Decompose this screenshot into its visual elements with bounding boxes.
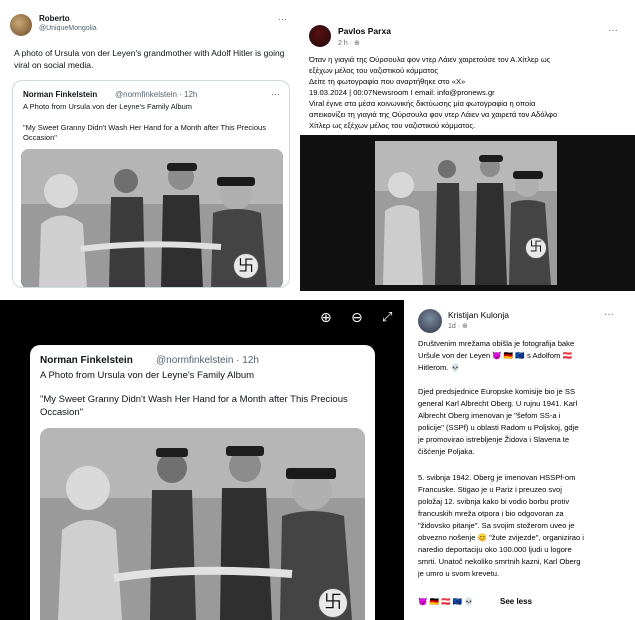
para2-line-4: policije" (SSPf) u oblasti Radom u Poljs… [418,423,579,432]
para1-line-2: Uršule von der Leyen 😈 🇩🇪 🇪🇺 s Adolfom 🇦… [418,351,572,360]
para3-line-4: francuskih mreža otpora i bio odgovoran … [418,509,564,518]
historical-photo-graphic [40,428,365,620]
footer-emoji: 😈 🇩🇪 🇦🇹 🇪🇺 💀 [418,597,474,606]
historical-photo-graphic [375,141,557,285]
author-handle[interactable]: @normfinkelstein · 12h [156,355,259,366]
para3-line-2: Francuske. Stigao je u Pariz i preuzeo s… [418,485,562,494]
photo-frame: 卐 [300,135,635,291]
subtitle: A Photo from Ursula von der Leyne's Fami… [40,370,255,381]
para3-line-5: "židovsko pitanje". Sa svojim stožerom u… [418,521,575,530]
quoted-author-name[interactable]: Norman Finkelstein [23,90,97,99]
post-text-line-1: Όταν η γιαγιά της Ούρσουλα φον ντερ Λάιε… [309,55,551,64]
more-options-icon[interactable]: ··· [608,25,618,36]
historical-photo[interactable]: 卐 [375,141,557,285]
swastika-armband-icon: 卐 [318,588,348,618]
post-text-line-3: Δείτε τη φωτογραφία που αναρτήθηκε στο «… [309,77,466,86]
post-text-line-4: 19.03.2024 | 00:07Newsroom I email: info… [309,88,495,97]
panel-greek-facebook-post: Pavlos Parxa 2 h · ⊕ ··· Όταν η γιαγιά τ… [300,15,635,291]
screenshot-card: Norman Finkelstein @normfinkelstein · 12… [30,345,375,620]
post-time[interactable]: 1d · ⊕ [448,322,468,330]
caption-line-1: "My Sweet Granny Didn't Wash Her Hand fo… [40,394,348,405]
panel-twitter-post: Roberto @UniqueMongolia ··· A photo of U… [0,0,298,294]
post-time[interactable]: 2 h · ⊕ [338,39,360,47]
author-name[interactable]: Kristijan Kulonja [448,310,509,320]
para1-line-3: Hitlerom. 💀 [418,363,460,372]
quoted-post[interactable]: Norman Finkelstein @normfinkelstein · 12… [12,80,290,288]
post-text-line-6: απεικονίζει τη γιαγιά της Ούρσουλα φον ν… [309,110,558,119]
zoom-out-icon[interactable]: ⊖ [351,310,363,326]
para3-line-9: je umro u svom krevetu. [418,569,500,578]
para3-line-8: smrti. Unatoč nekoliko smrtnih kazni, Ka… [418,557,581,566]
quoted-caption-line-2: Occasion" [23,133,57,142]
para2-line-6: čišćenje Poljaka. [418,447,475,456]
author-name[interactable]: Norman Finkelstein [40,355,133,366]
panel-image-viewer: ⊕ ⊖ ⤢ Norman Finkelstein @normfinkelstei… [0,300,404,620]
para2-line-5: je promovirao istrebljenje Židova i Slav… [418,435,570,444]
more-options-icon[interactable]: ··· [271,89,280,99]
para3-line-3: položaj 12. svibnja kako bi vodio borbu … [418,497,570,506]
post-text-line-1: A photo of Ursula von der Leyen's grandm… [14,48,285,58]
para3-line-7: naredio deportaciju oko 100.000 ljudi u … [418,545,572,554]
quoted-subtitle: A Photo from Ursula von der Leyne's Fami… [23,102,193,111]
panel-croatian-facebook-post: Kristijan Kulonja 1d · ⊕ ··· Društvenim … [404,300,635,620]
swastika-armband-icon: 卐 [525,237,547,259]
post-text-line-2: viral on social media. [14,60,94,70]
more-options-icon[interactable]: ··· [604,309,614,320]
para1-line-1: Društvenim mrežama obišla je fotografija… [418,339,575,348]
para2-line-1: Djed predsjednice Europske komisije bio … [418,387,576,396]
see-less-link[interactable]: See less [500,597,532,606]
para2-line-3: Albrecht Oberg imenovan je "šefom SS-a i [418,411,561,420]
post-text-line-7: Χίτλερ ως εξέχων μέλος του ναζιστικού κό… [309,121,476,130]
historical-photo[interactable]: 卐 [40,428,365,620]
quoted-caption-line-1: "My Sweet Granny Didn't Wash Her Hand fo… [23,123,266,132]
swastika-armband-icon: 卐 [233,253,259,279]
para3-line-6: obvezno nošenje 😊 "žute zvijezde", organ… [418,533,584,542]
post-text-line-5: Viral έγινε στα μέσα κοινωνικής δικτύωση… [309,99,536,108]
expand-icon[interactable]: ⤢ [382,310,392,325]
caption-line-2: Occasion" [40,407,83,418]
quoted-author-handle[interactable]: @normfinkelstein · 12h [115,90,197,99]
author-handle[interactable]: @UniqueMongolia [39,25,97,32]
avatar[interactable] [10,14,32,36]
historical-photo[interactable]: 卐 [21,149,283,287]
author-name[interactable]: Roberto [39,14,70,23]
more-options-icon[interactable]: ··· [278,14,287,24]
post-text-line-2: εξέχων μέλος του ναζιστικού κόμματος [309,66,439,75]
para3-line-1: 5. svibnja 1942. Oberg je imenovan HSSPf… [418,473,576,482]
avatar[interactable] [309,25,331,47]
zoom-in-icon[interactable]: ⊕ [320,310,332,326]
avatar[interactable] [418,309,442,333]
author-name[interactable]: Pavlos Parxa [338,26,391,36]
para2-line-2: general Karl Albrecht Oberg. U rujnu 194… [418,399,578,408]
